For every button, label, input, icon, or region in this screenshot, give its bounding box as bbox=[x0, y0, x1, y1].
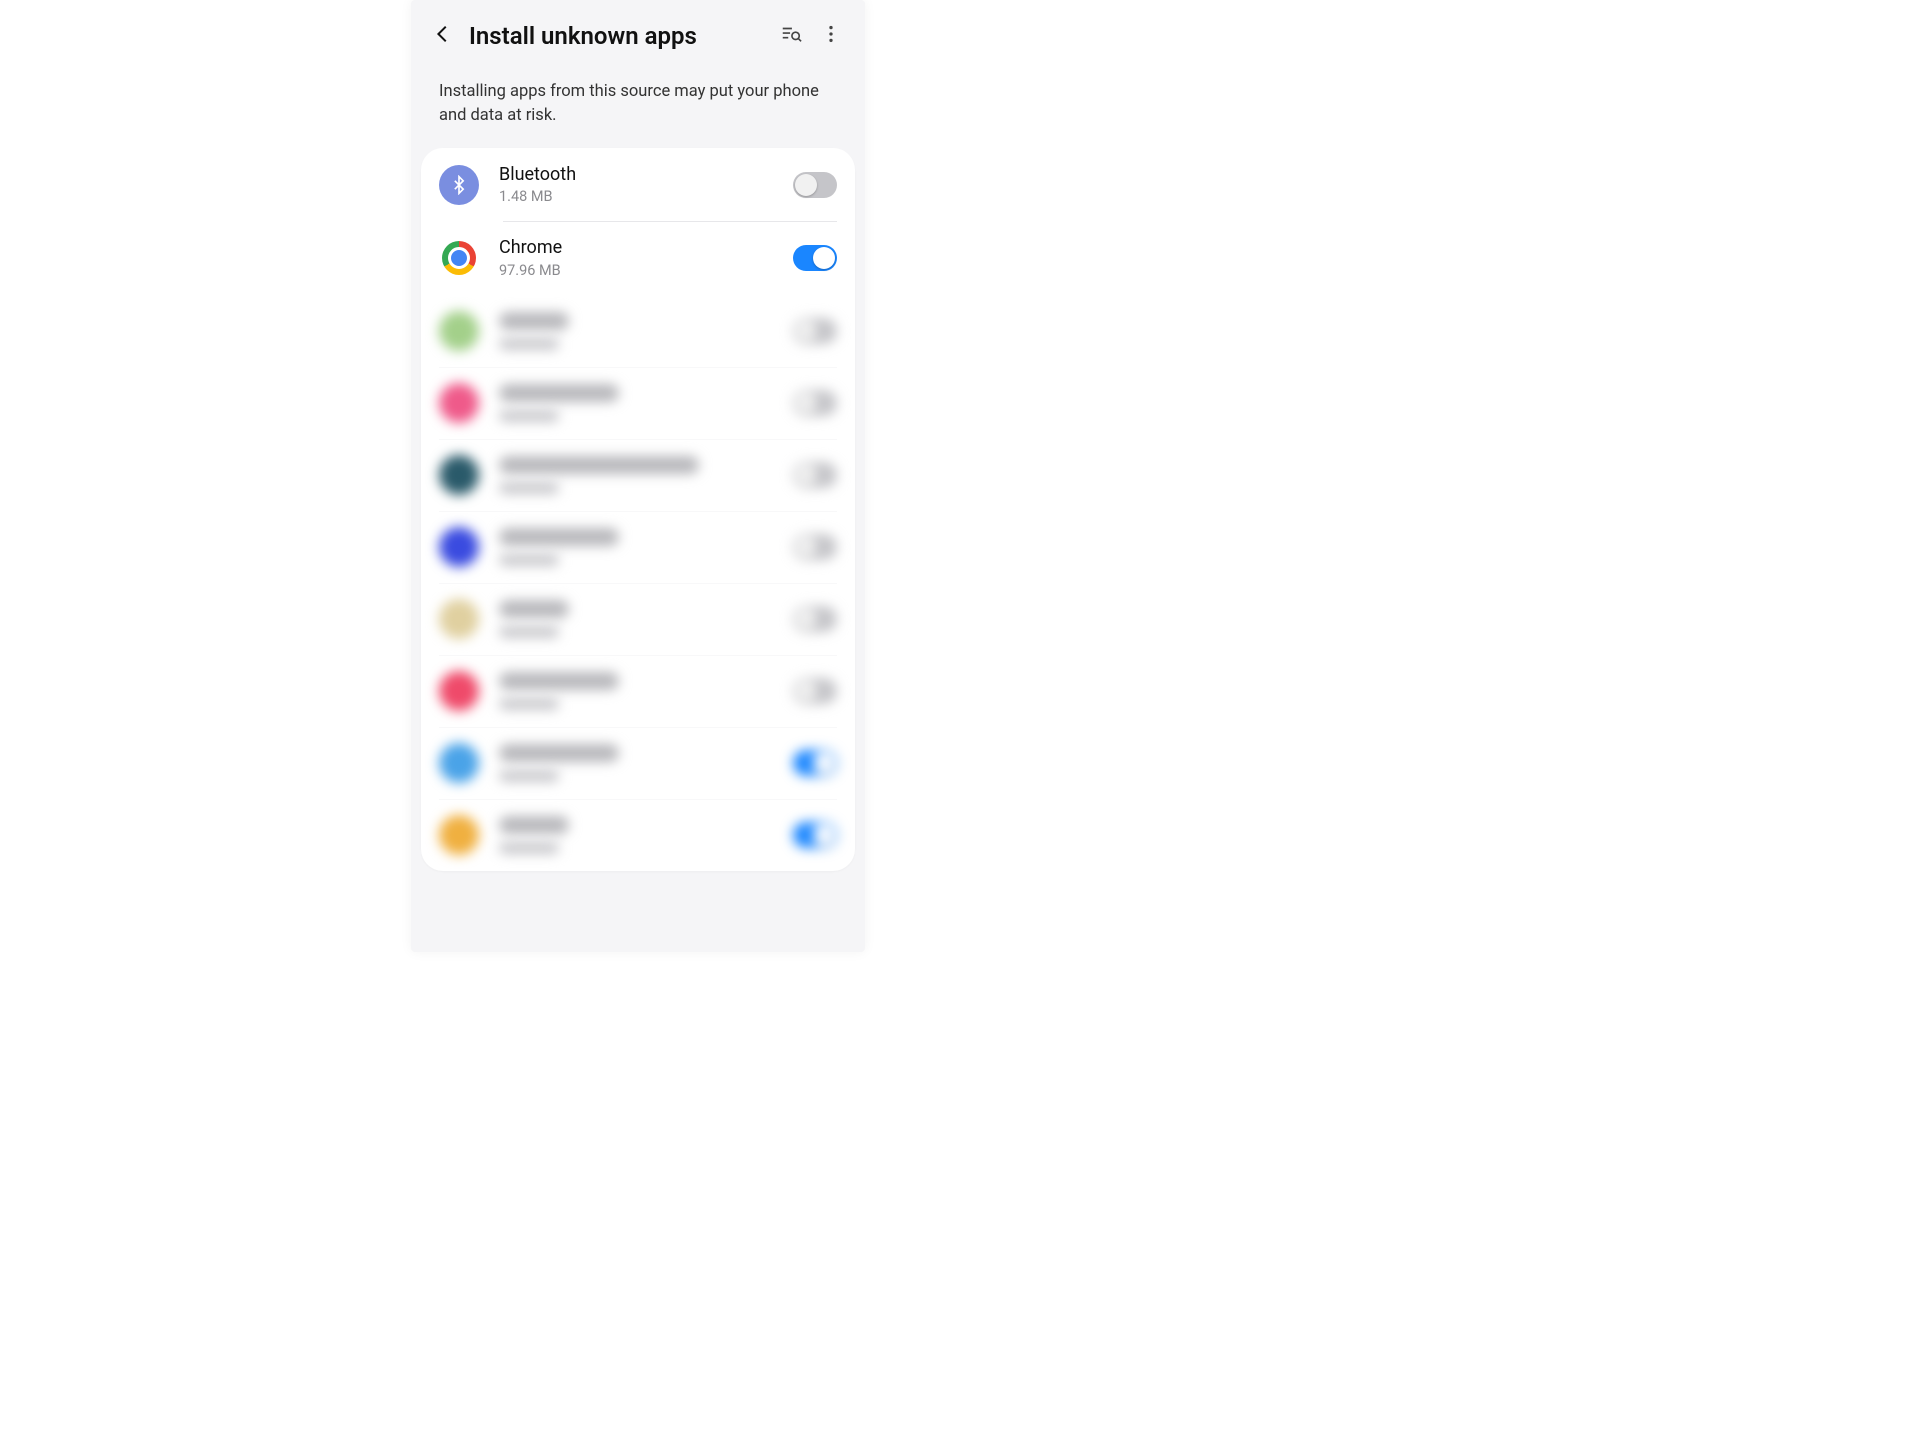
toggle-chrome[interactable] bbox=[793, 245, 837, 271]
chevron-left-icon bbox=[432, 23, 454, 49]
app-icon-blurred bbox=[439, 671, 479, 711]
app-text-blurred bbox=[499, 600, 793, 638]
app-row-blurred bbox=[421, 295, 855, 367]
chrome-icon bbox=[439, 238, 479, 278]
app-size: 1.48 MB bbox=[499, 188, 793, 205]
more-vertical-icon bbox=[820, 23, 842, 49]
app-text: Bluetooth 1.48 MB bbox=[499, 164, 793, 206]
app-text-blurred bbox=[499, 528, 793, 566]
toggle-knob bbox=[795, 174, 817, 196]
app-text-blurred bbox=[499, 816, 793, 854]
app-icon-blurred bbox=[439, 599, 479, 639]
app-list: Bluetooth 1.48 MB Chrome 97.96 MB bbox=[421, 148, 855, 871]
app-icon-blurred bbox=[439, 815, 479, 855]
page-title: Install unknown apps bbox=[469, 22, 771, 50]
app-name: Chrome bbox=[499, 237, 793, 259]
app-text-blurred bbox=[499, 744, 793, 782]
app-text-blurred bbox=[499, 312, 793, 350]
list-search-icon bbox=[780, 23, 802, 49]
app-text: Chrome 97.96 MB bbox=[499, 237, 793, 279]
app-icon-blurred bbox=[439, 383, 479, 423]
more-options-button[interactable] bbox=[811, 16, 851, 56]
toggle-blurred bbox=[793, 318, 837, 344]
app-row-chrome[interactable]: Chrome 97.96 MB bbox=[421, 221, 855, 295]
app-size: 97.96 MB bbox=[499, 262, 793, 279]
toggle-blurred bbox=[793, 462, 837, 488]
toggle-blurred bbox=[793, 678, 837, 704]
app-row-blurred bbox=[421, 439, 855, 511]
toggle-knob bbox=[813, 247, 835, 269]
app-row-bluetooth[interactable]: Bluetooth 1.48 MB bbox=[421, 148, 855, 222]
app-text-blurred bbox=[499, 384, 793, 422]
search-list-button[interactable] bbox=[771, 16, 811, 56]
app-text-blurred bbox=[499, 456, 793, 494]
phone-frame: Install unknown apps I bbox=[411, 0, 865, 952]
toggle-blurred bbox=[793, 606, 837, 632]
app-icon-blurred bbox=[439, 527, 479, 567]
app-row-blurred bbox=[421, 799, 855, 871]
app-row-blurred bbox=[421, 583, 855, 655]
toggle-blurred bbox=[793, 822, 837, 848]
bluetooth-icon bbox=[439, 165, 479, 205]
app-row-blurred bbox=[421, 367, 855, 439]
app-text-blurred bbox=[499, 672, 793, 710]
app-name: Bluetooth bbox=[499, 164, 793, 186]
toggle-bluetooth[interactable] bbox=[793, 172, 837, 198]
back-button[interactable] bbox=[421, 14, 465, 58]
app-icon-blurred bbox=[439, 743, 479, 783]
app-row-blurred bbox=[421, 655, 855, 727]
app-icon-blurred bbox=[439, 311, 479, 351]
app-row-blurred bbox=[421, 511, 855, 583]
toggle-blurred bbox=[793, 534, 837, 560]
toggle-blurred bbox=[793, 750, 837, 776]
header-bar: Install unknown apps bbox=[411, 0, 865, 72]
app-row-blurred bbox=[421, 727, 855, 799]
warning-text: Installing apps from this source may put… bbox=[411, 72, 865, 148]
toggle-blurred bbox=[793, 390, 837, 416]
app-icon-blurred bbox=[439, 455, 479, 495]
